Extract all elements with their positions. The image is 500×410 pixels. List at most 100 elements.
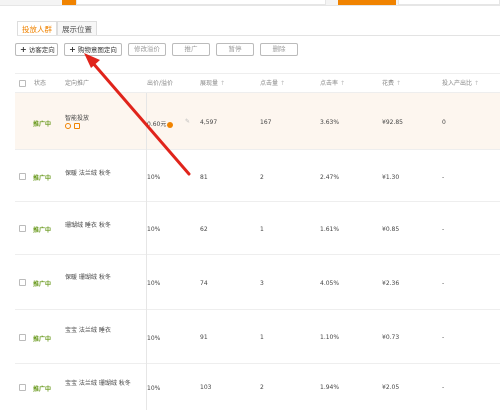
row-checkbox[interactable]	[19, 334, 26, 341]
clicks-value: 167	[260, 119, 272, 126]
status-badge: 推广中	[33, 227, 52, 234]
col-clicks[interactable]: 点击量 ↑	[260, 74, 285, 93]
add-audience-button[interactable]: + 购物意图定向	[64, 43, 122, 56]
ctr-value: 4.05%	[320, 280, 340, 287]
col-clicks-label: 点击量	[260, 80, 279, 87]
ctr-value: 3.63%	[320, 119, 340, 126]
ctr-value: 1.61%	[320, 226, 340, 233]
col-ctr[interactable]: 点击率 ↑	[320, 74, 345, 93]
col-roi[interactable]: 投入产出比 ↑	[442, 74, 479, 93]
clicks-value: 2	[260, 384, 264, 391]
audience-name: 保暖 法兰绒 秋冬	[65, 170, 111, 177]
cost-value: ¥92.85	[382, 119, 403, 126]
target-icon[interactable]	[65, 123, 71, 129]
edit-bid-button[interactable]: 修改溢价	[128, 43, 166, 56]
col-status: 状态	[34, 80, 47, 87]
status-badge: 推广中	[33, 175, 52, 182]
clicks-value: 3	[260, 280, 264, 287]
roi-value: -	[442, 174, 445, 181]
roi-value: 0	[442, 119, 446, 126]
plus-icon: +	[20, 45, 27, 54]
pencil-icon[interactable]: ✎	[185, 118, 190, 125]
cost-value: ¥0.73	[382, 334, 400, 341]
cost-value: ¥2.36	[382, 280, 400, 287]
bid-value: 10%	[147, 226, 161, 233]
bid-text: 0.60元	[147, 121, 167, 128]
col-cost-label: 花费	[382, 80, 395, 87]
promote-button[interactable]: 推广	[172, 43, 210, 56]
bid-value: 0.60元	[147, 119, 174, 128]
delete-button[interactable]: 删除	[260, 43, 298, 56]
audience-name: 宝宝 法兰绒 睡衣	[65, 327, 111, 334]
tab-bar: 投放人群 展示位置	[17, 21, 97, 36]
status-badge: 推广中	[33, 336, 52, 343]
info-icon[interactable]	[167, 121, 174, 128]
row-checkbox[interactable]	[19, 225, 26, 232]
top-right-area	[398, 0, 500, 5]
tab-audience[interactable]: 投放人群	[17, 21, 57, 36]
impressions-value: 81	[200, 174, 208, 181]
table-row[interactable]: 推广中 保暖 珊瑚绒 秋冬 10% 74 3 4.05% ¥2.36 -	[15, 255, 500, 310]
status-badge: 推广中	[33, 121, 52, 128]
col-impressions[interactable]: 展现量 ↑	[200, 74, 225, 93]
col-bid: 出价/溢价	[147, 80, 174, 87]
tab-placement[interactable]: 展示位置	[57, 21, 97, 36]
roi-value: -	[442, 280, 445, 287]
tab-divider	[17, 35, 500, 36]
add-targeting-button[interactable]: + 访客定向	[15, 43, 58, 56]
top-input-area[interactable]	[76, 0, 326, 5]
table-row[interactable]: 推广中 珊瑚绒 睡衣 秋冬 10% 62 1 1.61% ¥0.85 -	[15, 202, 500, 255]
column-divider	[146, 93, 147, 410]
sort-icon: ↑	[396, 80, 402, 87]
row-checkbox[interactable]	[19, 384, 26, 391]
toolbar: + 访客定向 + 购物意图定向 修改溢价 推广 暂停 删除	[15, 43, 304, 56]
clicks-value: 2	[260, 174, 264, 181]
top-orange-button[interactable]	[338, 0, 396, 5]
sort-icon: ↑	[474, 80, 480, 87]
audience-name: 宝宝 法兰绒 珊瑚绒 秋冬	[65, 380, 131, 387]
sort-icon: ↑	[280, 80, 286, 87]
table-header: 状态 定向推广 出价/溢价 展现量 ↑ 点击量 ↑ 点击率 ↑ 花费 ↑ 投入产出比 ↑	[15, 73, 500, 93]
clicks-value: 1	[260, 334, 264, 341]
bid-value: 10%	[147, 385, 161, 392]
impressions-value: 91	[200, 334, 208, 341]
select-all-checkbox[interactable]	[19, 80, 26, 87]
top-strip	[0, 0, 500, 6]
cost-value: ¥2.05	[382, 384, 400, 391]
roi-value: -	[442, 226, 445, 233]
pause-button[interactable]: 暂停	[216, 43, 254, 56]
row-checkbox[interactable]	[19, 173, 26, 180]
ctr-value: 1.94%	[320, 384, 340, 391]
col-audience: 定向推广	[65, 80, 90, 87]
status-badge: 推广中	[33, 386, 52, 393]
calendar-icon[interactable]	[74, 123, 80, 129]
sort-icon: ↑	[220, 80, 226, 87]
audience-name: 智能投放	[65, 115, 90, 122]
roi-value: -	[442, 334, 445, 341]
audience-name: 珊瑚绒 睡衣 秋冬	[65, 222, 111, 229]
sort-icon: ↑	[340, 80, 346, 87]
bid-value: 10%	[147, 335, 161, 342]
col-roi-label: 投入产出比	[442, 80, 473, 87]
status-badge: 推广中	[33, 281, 52, 288]
bid-value: 10%	[147, 280, 161, 287]
impressions-value: 62	[200, 226, 208, 233]
clicks-value: 1	[260, 226, 264, 233]
impressions-value: 103	[200, 384, 212, 391]
col-impressions-label: 展现量	[200, 80, 219, 87]
plus-icon: +	[69, 45, 76, 54]
table-row[interactable]: 推广中 智能投放 0.60元 ✎ 4,597 167 3.63% ¥92.85 …	[15, 93, 500, 150]
table-row[interactable]: 推广中 宝宝 法兰绒 睡衣 10% 91 1 1.10% ¥0.73 -	[15, 310, 500, 364]
col-cost[interactable]: 花费 ↑	[382, 74, 401, 93]
table-row[interactable]: 推广中 宝宝 法兰绒 珊瑚绒 秋冬 10% 103 2 1.94% ¥2.05 …	[15, 364, 500, 410]
roi-value: -	[442, 384, 445, 391]
row-checkbox[interactable]	[19, 279, 26, 286]
table-row[interactable]: 推广中 保暖 法兰绒 秋冬 10% 81 2 2.47% ¥1.30 -	[15, 150, 500, 202]
top-orange-tab[interactable]	[62, 0, 76, 5]
ctr-value: 2.47%	[320, 174, 340, 181]
add-audience-label: 购物意图定向	[77, 46, 117, 54]
col-ctr-label: 点击率	[320, 80, 339, 87]
smart-icons	[65, 123, 80, 131]
add-targeting-label: 访客定向	[28, 46, 55, 54]
bid-value: 10%	[147, 174, 161, 181]
